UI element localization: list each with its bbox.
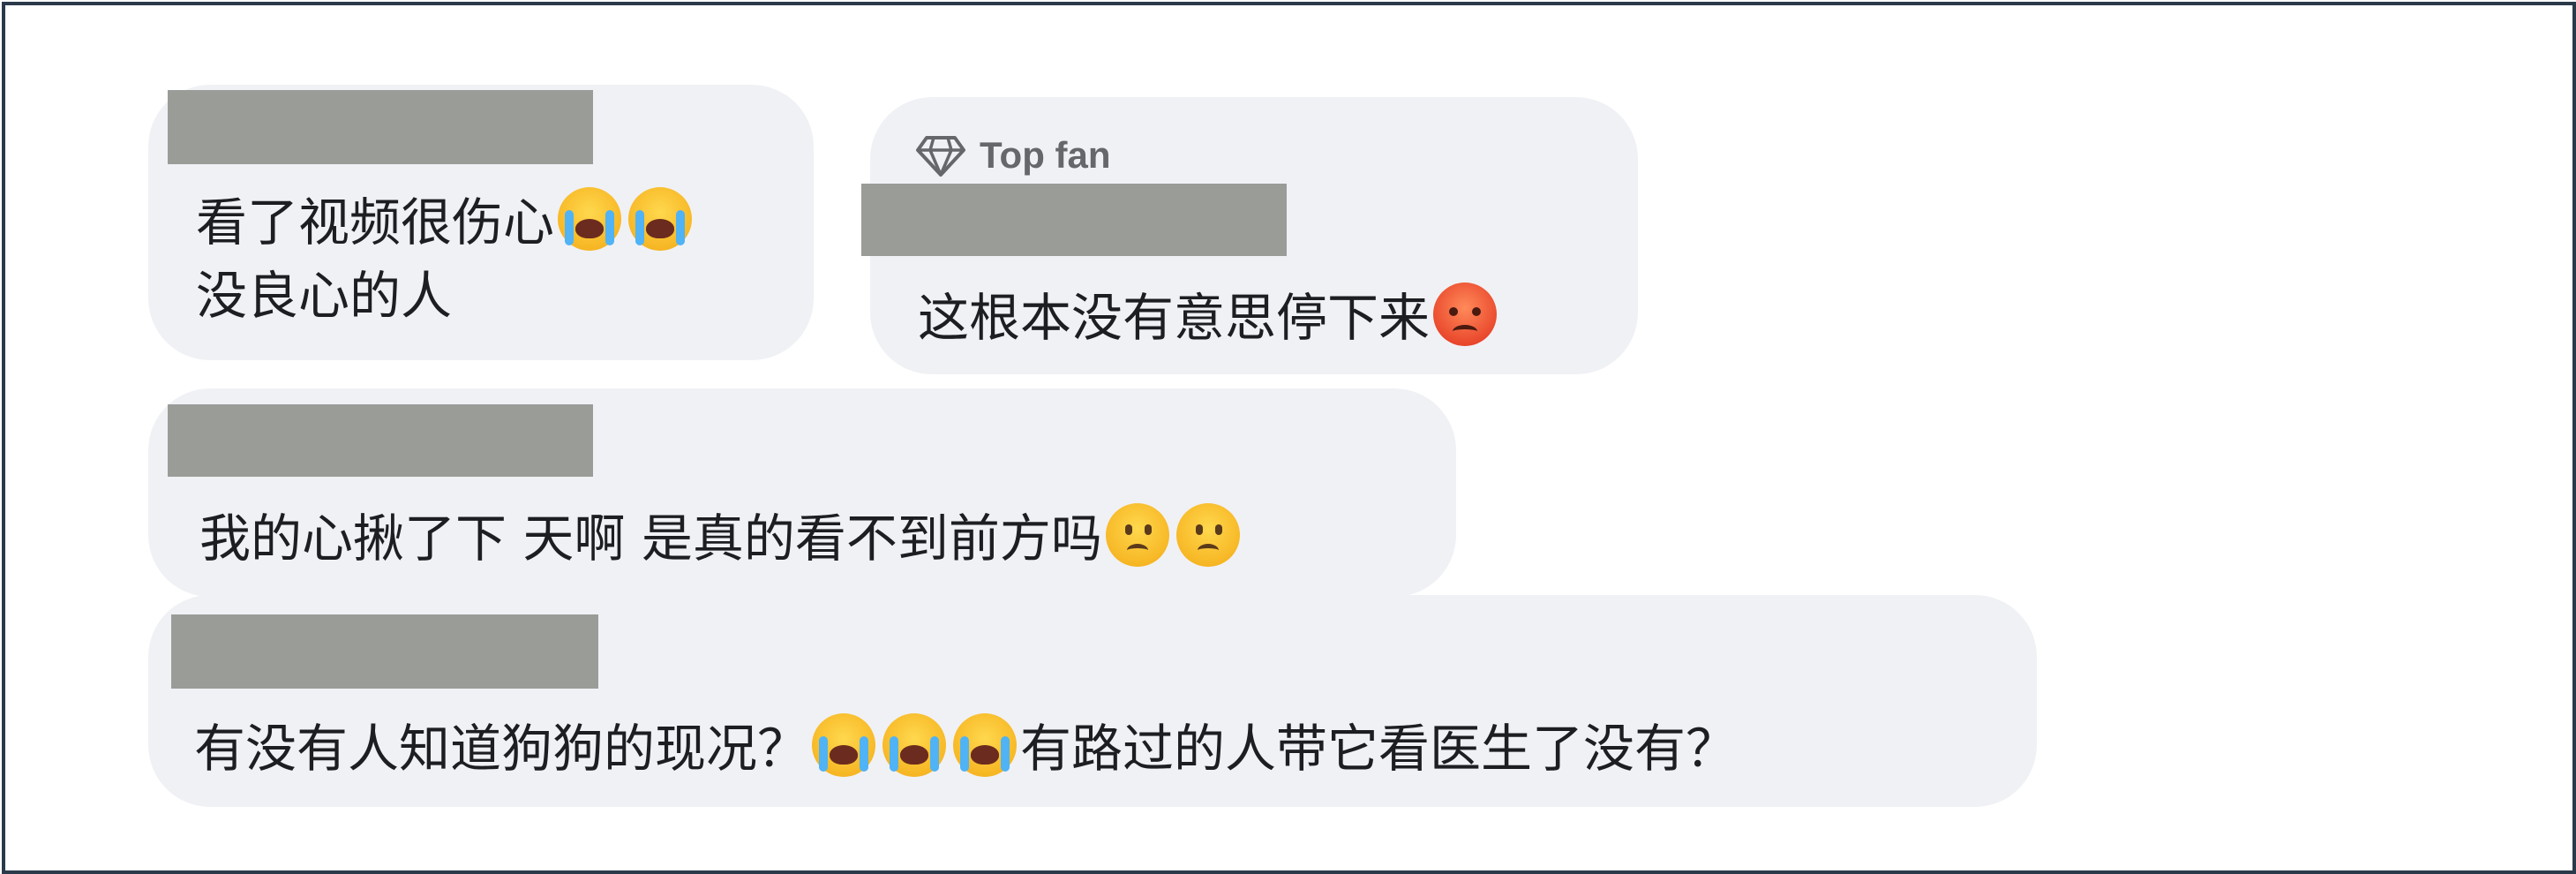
loudly-crying-face-icon (953, 713, 1018, 777)
redacted-username-2 (861, 184, 1287, 256)
loudly-crying-face-icon (628, 187, 693, 251)
comment-1-text-line-1: 看了视频很伤心 (196, 192, 555, 252)
top-fan-badge: Top fan (916, 131, 1111, 180)
comment-1-line-2: 没良心的人 (196, 270, 452, 321)
redacted-username-4 (171, 614, 598, 689)
sad-but-relieved-face-icon (1105, 503, 1169, 567)
top-fan-label: Top fan (980, 134, 1111, 176)
pouting-face-icon (1433, 283, 1498, 346)
redacted-username-3 (168, 404, 593, 477)
comment-2-line: 这根本没有意思停下来 (918, 283, 1500, 346)
redacted-username-1 (168, 90, 593, 164)
sad-but-relieved-face-icon (1175, 503, 1240, 567)
loudly-crying-face-icon (812, 713, 876, 777)
comment-4-text-before: 有没有人知道狗狗的现况？ (194, 719, 809, 779)
comment-4-text-after: 有路过的人带它看医生了没有？ (1020, 719, 1738, 779)
comment-2-text: 这根本没有意思停下来 (918, 288, 1431, 348)
loudly-crying-face-icon (882, 713, 947, 777)
comment-1-line-1: 看了视频很伤心 (196, 187, 695, 251)
comment-3-line: 我的心揪了下 天啊 是真的看不到前方吗 (199, 503, 1243, 567)
comment-4-line: 有没有人知道狗狗的现况？ 有路过的人带它看医生了没有？ (194, 713, 1737, 777)
comment-3-text: 我的心揪了下 天啊 是真的看不到前方吗 (199, 509, 1102, 569)
comment-1-text-line-2: 没良心的人 (196, 266, 453, 326)
diamond-icon (916, 136, 965, 177)
loudly-crying-face-icon (558, 187, 622, 251)
